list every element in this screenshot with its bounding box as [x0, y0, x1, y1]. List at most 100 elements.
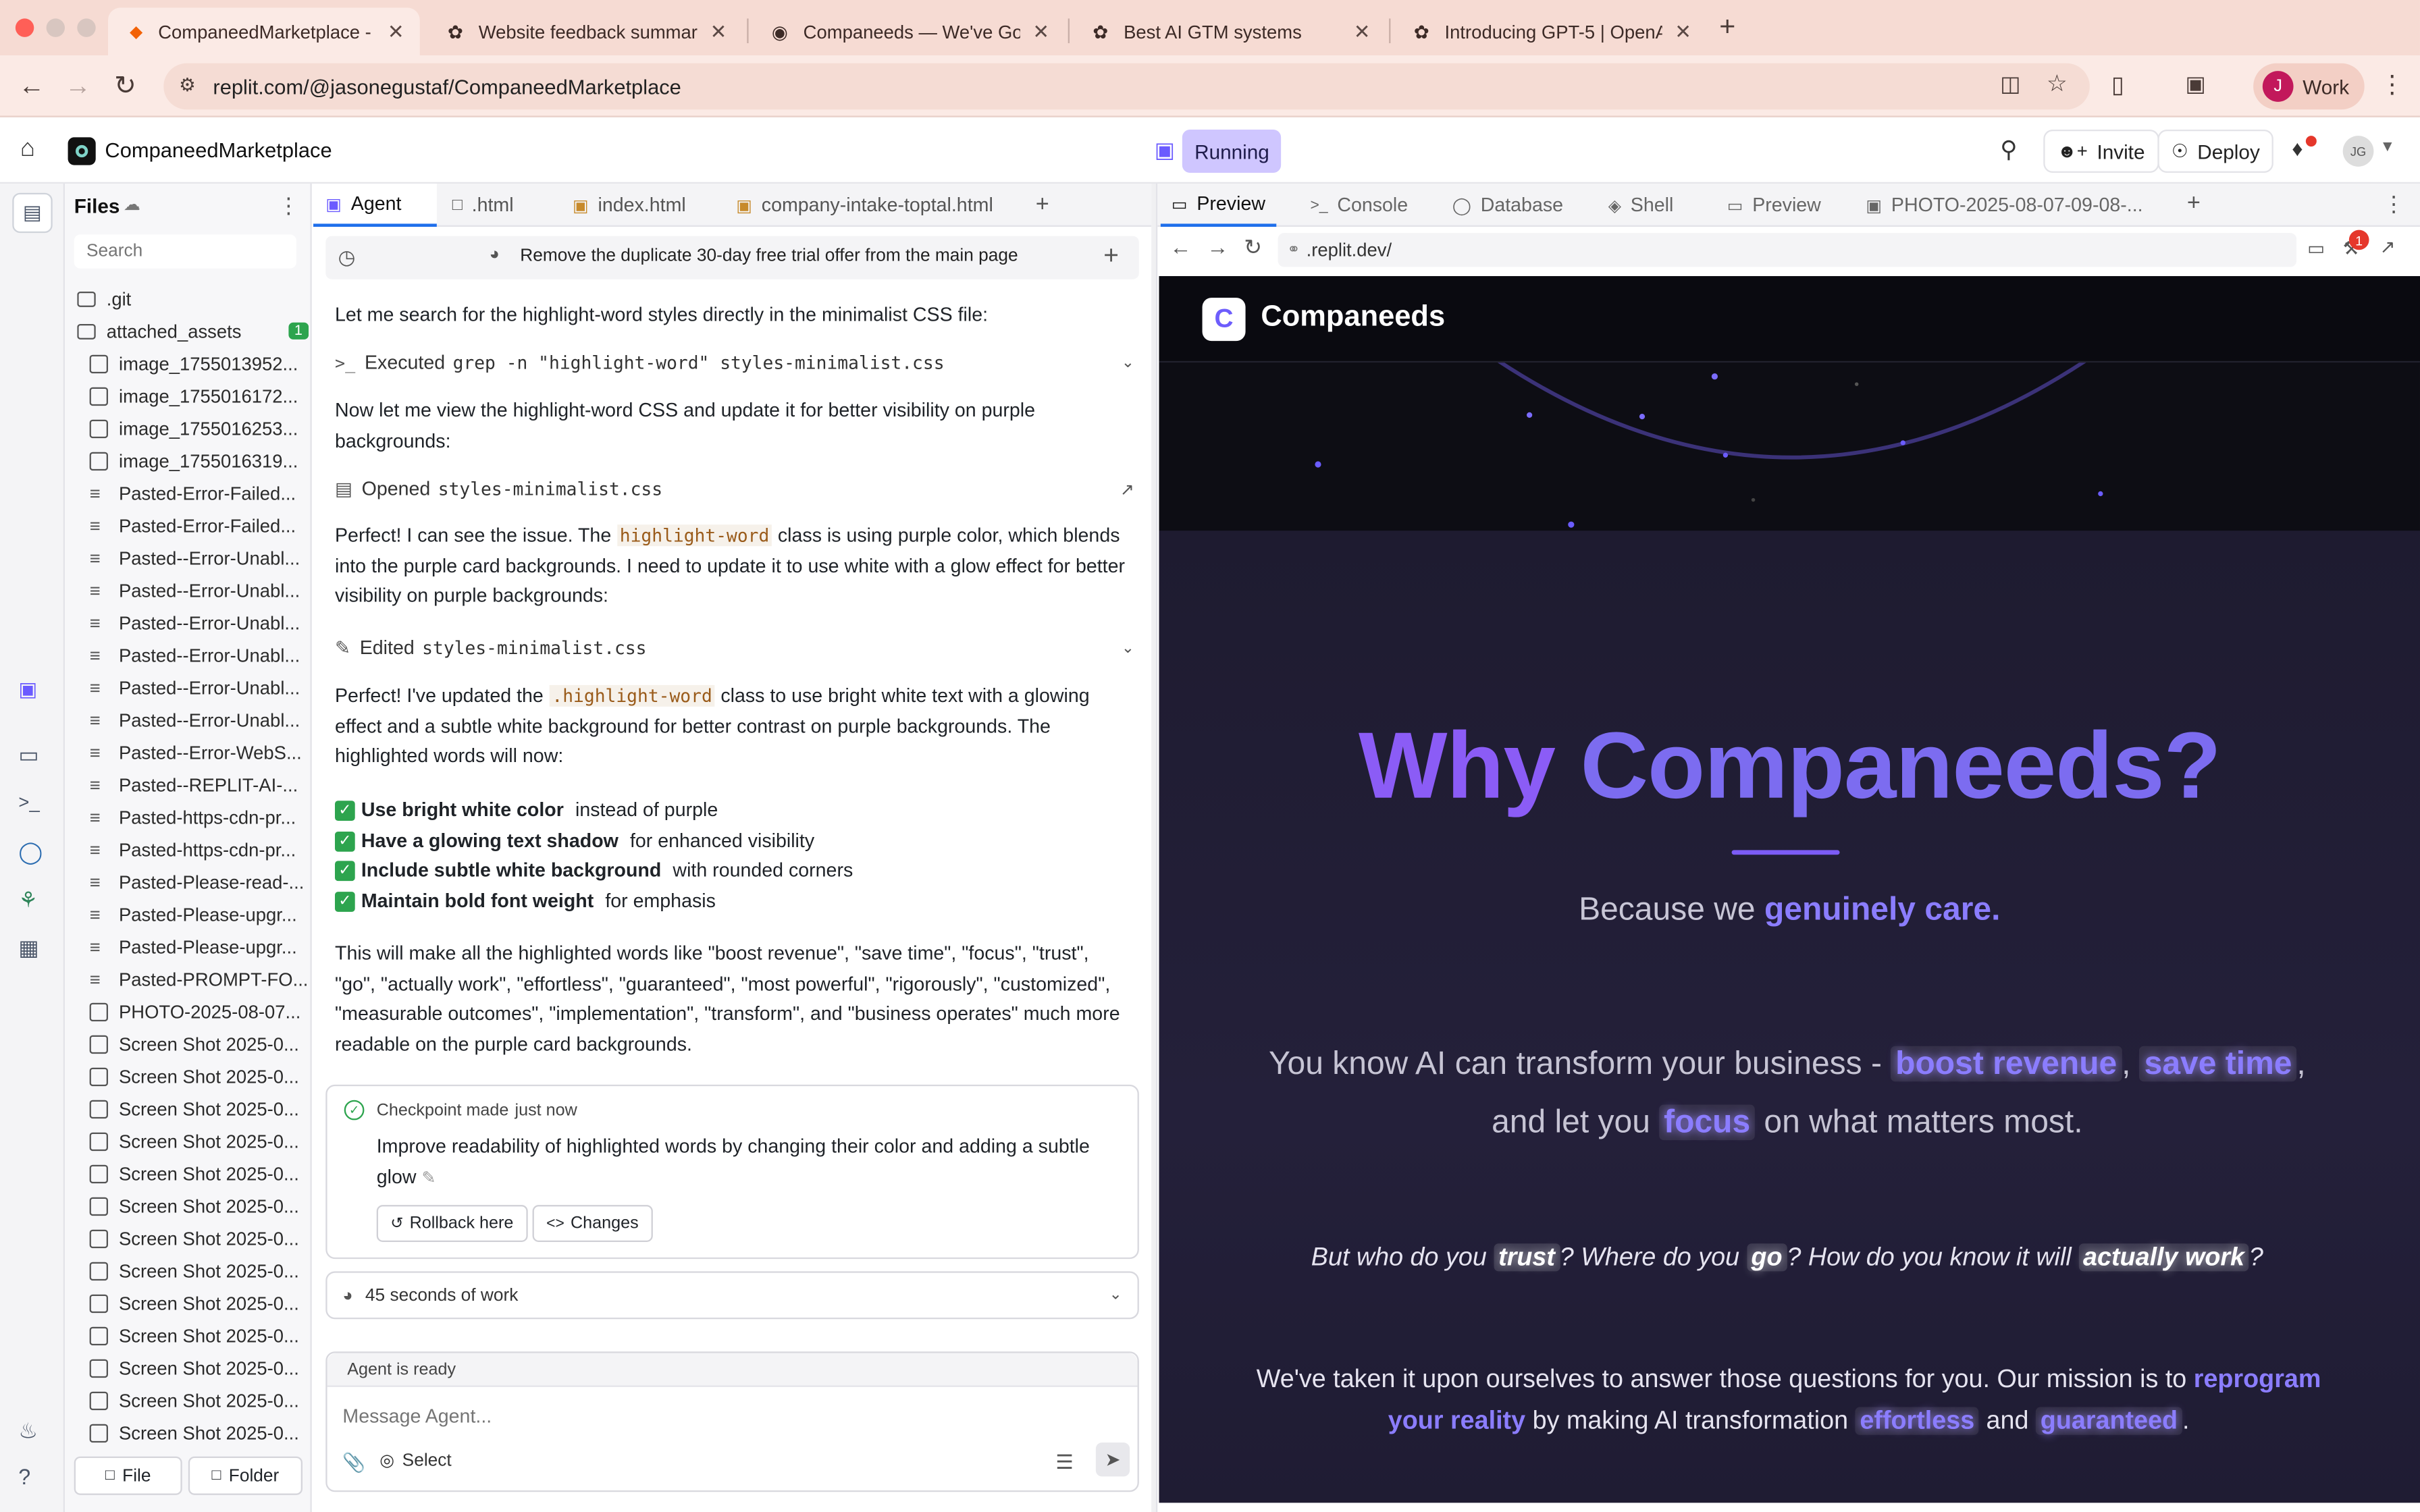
browser-tab-5[interactable]: ✿ Introducing GPT-5 | OpenAI ✕	[1392, 7, 1707, 55]
file-item[interactable]: ≡ Pasted--Error-Unabl...	[90, 541, 334, 574]
tab-shell[interactable]: ◈ Shell	[1598, 184, 1685, 227]
user-avatar[interactable]: JG	[2342, 136, 2374, 167]
help-icon[interactable]: ?	[18, 1464, 46, 1492]
devices-icon[interactable]: ▭	[2307, 238, 2325, 259]
send-button[interactable]: ➤	[1095, 1442, 1130, 1477]
work-summary[interactable]: ◕ 45 seconds of work ⌄	[325, 1271, 1139, 1320]
browser-tab-3[interactable]: ◉ Companeeds — We've Got Ex ✕	[750, 7, 1065, 55]
tab-photo[interactable]: ▣ PHOTO-2025-08-07-09-08-...	[1855, 184, 2153, 227]
file-item[interactable]: Screen Shot 2025-0...	[89, 1416, 334, 1449]
settings-sliders-icon[interactable]: ☰	[1055, 1451, 1074, 1476]
close-tab-icon[interactable]: ✕	[388, 20, 404, 45]
changes-button[interactable]: <> Changes	[532, 1205, 653, 1242]
file-item[interactable]: image_1755016172...	[89, 379, 334, 412]
file-item[interactable]: Screen Shot 2025-0...	[89, 1384, 334, 1416]
folder-attached-assets[interactable]: attached_assets 1	[77, 315, 309, 347]
browser-tab-4[interactable]: ✿ Best AI GTM systems ✕	[1071, 7, 1386, 55]
files-panel-icon[interactable]: ▤	[12, 192, 53, 234]
tool-executed[interactable]: >_ Executed grep -n "highlight-word" sty…	[335, 347, 1134, 378]
file-item[interactable]: Screen Shot 2025-0...	[89, 1351, 334, 1384]
files-menu-icon[interactable]: ⋮	[278, 193, 299, 219]
new-editor-tab-button[interactable]: +	[1036, 191, 1049, 217]
file-item[interactable]: ≡ Pasted--REPLIT-AI-...	[90, 768, 334, 801]
files-search-input[interactable]	[74, 234, 296, 269]
preview-monitor-icon[interactable]: ▭	[18, 742, 46, 770]
back-icon[interactable]: ←	[18, 71, 45, 102]
file-item[interactable]: Screen Shot 2025-0...	[89, 1125, 334, 1157]
all-tools-icon[interactable]: ▦	[18, 935, 46, 963]
preview-forward-icon[interactable]: →	[1207, 234, 1228, 259]
file-item[interactable]: Screen Shot 2025-0...	[89, 1157, 334, 1189]
file-item[interactable]: Screen Shot 2025-0...	[89, 1319, 334, 1351]
tab-html[interactable]: □ .html	[440, 184, 554, 227]
pencil-icon[interactable]: ✎	[421, 1168, 436, 1187]
file-item[interactable]: ≡ Pasted--Error-Unabl...	[90, 639, 334, 671]
new-chat-button[interactable]: +	[1103, 241, 1119, 272]
file-item[interactable]: ≡ Pasted-https-cdn-pr...	[90, 833, 334, 865]
select-element-button[interactable]: ◎ Select	[379, 1451, 451, 1471]
url-bar[interactable]: ⚙ replit.com/@jasonegustaf/CompaneedMark…	[163, 63, 2090, 110]
file-item[interactable]: Screen Shot 2025-0...	[89, 1027, 334, 1060]
tab-preview[interactable]: ▭ Preview	[1160, 184, 1276, 227]
tab-preview-2[interactable]: ▭ Preview	[1716, 184, 1832, 227]
home-icon[interactable]: ⌂	[20, 136, 35, 163]
message-agent-input[interactable]	[342, 1399, 1115, 1434]
reading-mode-icon[interactable]: ▣	[2186, 71, 2206, 97]
file-item[interactable]: Screen Shot 2025-0...	[89, 1222, 334, 1254]
notifications-bell-icon[interactable]: ♦	[2292, 136, 2303, 161]
profile-button[interactable]: J Work	[2253, 63, 2365, 110]
file-item[interactable]: PHOTO-2025-08-07...	[89, 995, 334, 1027]
file-item[interactable]: Screen Shot 2025-0...	[89, 1092, 334, 1125]
deploy-button[interactable]: ☉ Deploy	[2157, 129, 2274, 173]
project-name[interactable]: CompaneedMarketplace	[105, 139, 332, 162]
tab-console[interactable]: >_ Console	[1300, 184, 1419, 227]
file-item[interactable]: image_1755013952...	[89, 347, 334, 379]
new-preview-tab-button[interactable]: +	[2187, 190, 2201, 216]
file-item[interactable]: image_1755016319...	[89, 444, 334, 477]
database-icon[interactable]: ◯	[18, 839, 46, 867]
new-folder-button[interactable]: □ Folder	[188, 1456, 302, 1495]
file-item[interactable]: ≡ Pasted--Error-WebS...	[90, 736, 334, 768]
chevron-down-icon[interactable]: ⌄	[1109, 1287, 1122, 1303]
file-item[interactable]: Screen Shot 2025-0...	[89, 1254, 334, 1287]
browser-tab-1[interactable]: ◆ CompaneedMarketplace - Re ✕	[107, 7, 420, 56]
panel-resize-handle[interactable]	[1151, 183, 1156, 1512]
preview-reload-icon[interactable]: ↻	[1244, 234, 1262, 261]
file-item[interactable]: Screen Shot 2025-0...	[89, 1287, 334, 1319]
git-icon[interactable]: ⚘	[18, 887, 46, 915]
history-icon[interactable]: ◷	[338, 245, 356, 270]
preview-url-bar[interactable]: ⚭ .replit.dev/	[1278, 233, 2297, 267]
folder-git[interactable]: .git	[77, 282, 321, 315]
bug-report-icon[interactable]: ♨	[18, 1418, 46, 1446]
tab-database[interactable]: ◯ Database	[1442, 184, 1574, 227]
close-window-button[interactable]	[15, 18, 34, 37]
file-item[interactable]: image_1755016253...	[89, 412, 334, 444]
invite-button[interactable]: ☻+ Invite	[2043, 129, 2159, 173]
new-tab-button[interactable]: +	[1719, 11, 1735, 43]
forward-icon[interactable]: →	[65, 71, 91, 102]
file-item[interactable]: ≡ Pasted-Error-Failed...	[90, 477, 334, 509]
chevron-down-icon[interactable]: ⌄	[1122, 639, 1134, 656]
close-tab-icon[interactable]: ✕	[1032, 20, 1049, 45]
file-item[interactable]: ≡ Pasted--Error-Unabl...	[90, 703, 334, 736]
file-item[interactable]: ≡ Pasted-Error-Failed...	[90, 509, 334, 541]
attach-icon[interactable]: 📎	[342, 1452, 365, 1474]
file-item[interactable]: ≡ Pasted-PROMPT-FO...	[90, 963, 334, 995]
minimize-window-button[interactable]	[46, 18, 65, 37]
close-tab-icon[interactable]: ✕	[1675, 20, 1691, 45]
new-file-button[interactable]: □ File	[74, 1456, 182, 1495]
open-new-window-icon[interactable]: ↗	[2380, 236, 2396, 258]
shell-icon[interactable]: >_	[18, 792, 46, 819]
file-item[interactable]: ≡ Pasted-Please-upgr...	[90, 930, 334, 963]
preview-back-icon[interactable]: ←	[1170, 234, 1192, 259]
browser-menu-icon[interactable]: ⋮	[2380, 70, 2405, 101]
open-external-icon[interactable]: ↗	[1120, 479, 1134, 499]
install-app-icon[interactable]: ◫	[2000, 71, 2020, 97]
rollback-button[interactable]: ↺ Rollback here	[376, 1205, 527, 1242]
tab-company-intake[interactable]: ▣ company-intake-toptal.html	[724, 184, 1017, 227]
extensions-icon[interactable]: ▯	[2111, 71, 2124, 99]
reload-icon[interactable]: ↻	[114, 71, 136, 102]
preview-menu-icon[interactable]: ⋮	[2383, 191, 2404, 217]
bookmark-star-icon[interactable]: ☆	[2047, 70, 2068, 97]
run-status-badge[interactable]: Running	[1182, 129, 1282, 173]
